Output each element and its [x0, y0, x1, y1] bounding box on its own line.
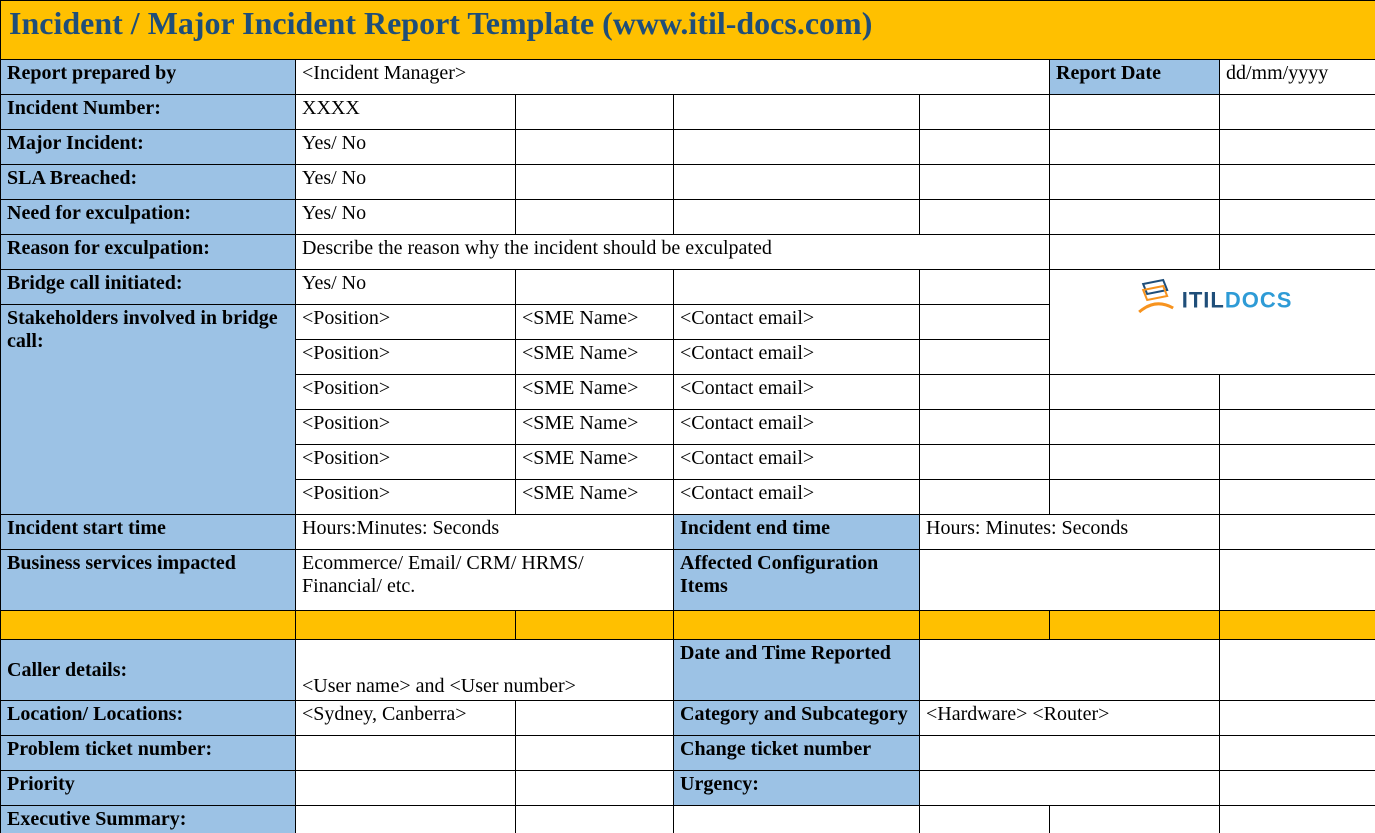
- stakeholder-sme: <SME Name>: [516, 340, 674, 375]
- row-incident-times: Incident start time Hours:Minutes: Secon…: [1, 515, 1375, 550]
- stakeholder-position: <Position>: [296, 445, 516, 480]
- label-change-ticket: Change ticket number: [674, 736, 920, 771]
- itil-docs-logo: ITILDOCS: [1133, 278, 1293, 328]
- logo-text-docs: DOCS: [1225, 288, 1293, 313]
- row-location: Location/ Locations: <Sydney, Canberra> …: [1, 701, 1375, 736]
- document-swoosh-icon: [1133, 278, 1177, 328]
- stakeholder-sme: <SME Name>: [516, 480, 674, 515]
- label-need-exculpation: Need for exculpation:: [1, 200, 296, 235]
- value-bridge-call: Yes/ No: [296, 270, 516, 305]
- stakeholder-sme: <SME Name>: [516, 375, 674, 410]
- logo-cell: ITILDOCS: [1050, 270, 1375, 375]
- row-incident-number: Incident Number: XXXX: [1, 95, 1375, 130]
- value-location: <Sydney, Canberra>: [296, 701, 516, 736]
- label-incident-number: Incident Number:: [1, 95, 296, 130]
- value-incident-end: Hours: Minutes: Seconds: [920, 515, 1220, 550]
- logo-text-itil: ITIL: [1182, 288, 1225, 313]
- incident-report-table: Incident / Major Incident Report Templat…: [0, 0, 1375, 833]
- row-bridge-call: Bridge call initiated: Yes/ No ITILDOCS: [1, 270, 1375, 305]
- row-sla-breached: SLA Breached: Yes/ No: [1, 165, 1375, 200]
- label-bridge-call: Bridge call initiated:: [1, 270, 296, 305]
- label-executive-summary: Executive Summary:: [1, 806, 296, 833]
- value-caller-details: <User name> and <User number>: [296, 640, 674, 701]
- row-caller-details: Caller details: <User name> and <User nu…: [1, 640, 1375, 701]
- label-report-date: Report Date: [1050, 60, 1220, 95]
- value-incident-start: Hours:Minutes: Seconds: [296, 515, 674, 550]
- stakeholder-email: <Contact email>: [674, 375, 920, 410]
- label-date-time-reported: Date and Time Reported: [674, 640, 920, 701]
- label-location: Location/ Locations:: [1, 701, 296, 736]
- stakeholder-position: <Position>: [296, 305, 516, 340]
- value-report-date: dd/mm/yyyy: [1220, 60, 1375, 95]
- stakeholder-position: <Position>: [296, 375, 516, 410]
- label-caller-details: Caller details:: [1, 640, 296, 701]
- label-affected-ci: Affected Configuration Items: [674, 550, 920, 611]
- row-need-exculpation: Need for exculpation: Yes/ No: [1, 200, 1375, 235]
- value-category: <Hardware> <Router>: [920, 701, 1220, 736]
- value-need-exculpation: Yes/ No: [296, 200, 516, 235]
- row-major-incident: Major Incident: Yes/ No: [1, 130, 1375, 165]
- row-executive-summary: Executive Summary:: [1, 806, 1375, 833]
- page-title: Incident / Major Incident Report Templat…: [1, 1, 1375, 60]
- label-reason-exculpation: Reason for exculpation:: [1, 235, 296, 270]
- row-priority: Priority Urgency:: [1, 771, 1375, 806]
- stakeholder-email: <Contact email>: [674, 445, 920, 480]
- value-report-prepared: <Incident Manager>: [296, 60, 1050, 95]
- stakeholder-sme: <SME Name>: [516, 305, 674, 340]
- label-incident-start: Incident start time: [1, 515, 296, 550]
- label-urgency: Urgency:: [674, 771, 920, 806]
- label-sla-breached: SLA Breached:: [1, 165, 296, 200]
- value-incident-number: XXXX: [296, 95, 516, 130]
- value-reason-exculpation: Describe the reason why the incident sho…: [296, 235, 1050, 270]
- value-business-services: Ecommerce/ Email/ CRM/ HRMS/ Financial/ …: [296, 550, 674, 611]
- row-problem-ticket: Problem ticket number: Change ticket num…: [1, 736, 1375, 771]
- stakeholder-sme: <SME Name>: [516, 410, 674, 445]
- row-report-prepared: Report prepared by <Incident Manager> Re…: [1, 60, 1375, 95]
- label-category: Category and Subcategory: [674, 701, 920, 736]
- label-stakeholders: Stakeholders involved in bridge call:: [1, 305, 296, 515]
- stakeholder-email: <Contact email>: [674, 340, 920, 375]
- row-business-services: Business services impacted Ecommerce/ Em…: [1, 550, 1375, 611]
- stakeholder-position: <Position>: [296, 340, 516, 375]
- value-sla-breached: Yes/ No: [296, 165, 516, 200]
- divider-row: [1, 611, 1375, 640]
- stakeholder-email: <Contact email>: [674, 305, 920, 340]
- label-priority: Priority: [1, 771, 296, 806]
- title-row: Incident / Major Incident Report Templat…: [1, 1, 1375, 60]
- label-report-prepared: Report prepared by: [1, 60, 296, 95]
- value-major-incident: Yes/ No: [296, 130, 516, 165]
- row-reason-exculpation: Reason for exculpation: Describe the rea…: [1, 235, 1375, 270]
- stakeholder-position: <Position>: [296, 480, 516, 515]
- label-business-services: Business services impacted: [1, 550, 296, 611]
- label-major-incident: Major Incident:: [1, 130, 296, 165]
- label-problem-ticket: Problem ticket number:: [1, 736, 296, 771]
- stakeholder-sme: <SME Name>: [516, 445, 674, 480]
- stakeholder-position: <Position>: [296, 410, 516, 445]
- stakeholder-email: <Contact email>: [674, 480, 920, 515]
- stakeholder-email: <Contact email>: [674, 410, 920, 445]
- label-incident-end: Incident end time: [674, 515, 920, 550]
